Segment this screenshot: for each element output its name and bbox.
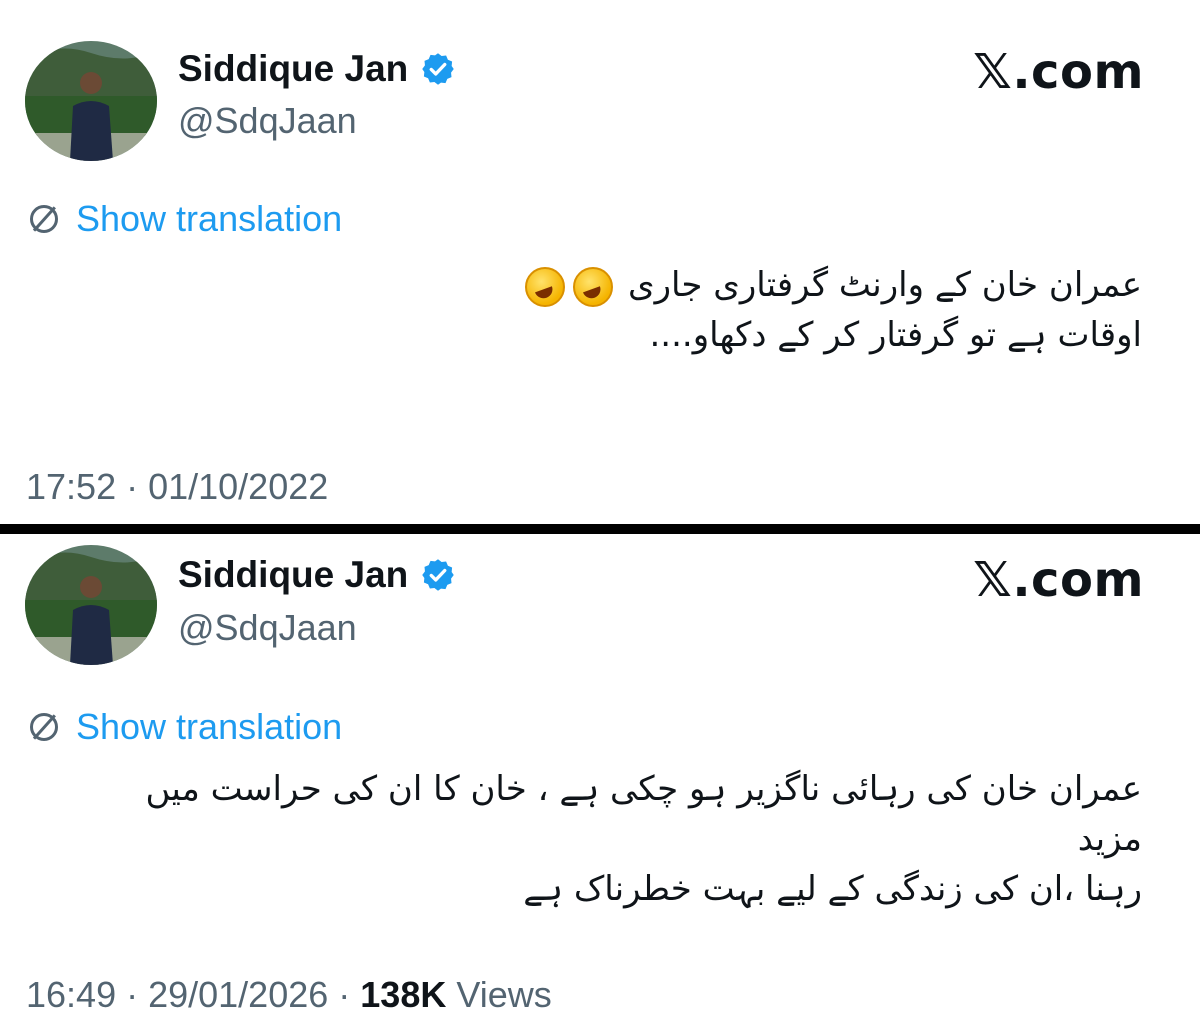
tweet-date[interactable]: 29/01/2026 — [148, 974, 328, 1015]
meta-separator: · — [328, 974, 361, 1015]
tweet-date[interactable]: 01/10/2022 — [148, 466, 328, 507]
meta-separator: · — [116, 466, 149, 507]
author-name-row[interactable]: Siddique Jan — [178, 48, 456, 90]
avatar[interactable] — [25, 545, 157, 665]
tweet-text: عمران خان کے وارنٹ گرفتاری جاری اوقات ہے… — [322, 260, 1142, 360]
author-handle[interactable]: @SdqJaan — [178, 100, 357, 142]
views-count[interactable]: 138K — [360, 974, 446, 1015]
tweet-meta: 16:49 · 29/01/2026 · 138K Views — [26, 974, 552, 1016]
verified-badge-icon — [420, 557, 456, 593]
globe-icon — [24, 199, 64, 239]
translate-row[interactable]: Show translation — [24, 706, 342, 748]
author-display-name[interactable]: Siddique Jan — [178, 48, 408, 90]
divider — [0, 524, 1200, 534]
rofl-emoji-icon — [525, 266, 566, 307]
tweet-text-line-2: اوقات ہے تو گرفتار کر کے دکھاو.... — [649, 315, 1142, 355]
tweet-time[interactable]: 16:49 — [26, 974, 116, 1015]
author-name-row[interactable]: Siddique Jan — [178, 554, 456, 596]
verified-badge-icon — [420, 51, 456, 87]
views-label: Views — [456, 974, 552, 1015]
translate-row[interactable]: Show translation — [24, 198, 342, 240]
author-handle[interactable]: @SdqJaan — [178, 607, 357, 649]
tweet-text-line-1: عمران خان کے وارنٹ گرفتاری جاری — [627, 265, 1142, 305]
tweet-time[interactable]: 17:52 — [26, 466, 116, 507]
author-display-name[interactable]: Siddique Jan — [178, 554, 408, 596]
tweet-card-1: Siddique Jan @SdqJaan 𝕏.com Show transla… — [0, 0, 1200, 524]
tweet-card-2: Siddique Jan @SdqJaan 𝕏.com Show transla… — [0, 534, 1200, 1035]
x-brand-logo: 𝕏.com — [973, 552, 1144, 608]
meta-separator: · — [116, 974, 149, 1015]
avatar[interactable] — [25, 41, 157, 161]
rofl-emoji-icon — [573, 266, 614, 307]
show-translation-link[interactable]: Show translation — [76, 198, 342, 240]
globe-icon — [24, 707, 64, 747]
tweet-text: عمران خان کی رہائی ناگزیر ہو چکی ہے ، خا… — [132, 764, 1142, 914]
x-brand-logo: 𝕏.com — [973, 44, 1144, 100]
show-translation-link[interactable]: Show translation — [76, 706, 342, 748]
tweet-text-line-2: رہنا ،ان کی زندگی کے لیے بہت خطرناک ہے — [523, 869, 1142, 909]
tweet-text-line: عمران خان کے وارنٹ گرفتاری جاری — [322, 260, 1142, 310]
tweet-text-line-1: عمران خان کی رہائی ناگزیر ہو چکی ہے ، خا… — [145, 769, 1142, 859]
tweet-meta: 17:52 · 01/10/2022 — [26, 466, 328, 508]
